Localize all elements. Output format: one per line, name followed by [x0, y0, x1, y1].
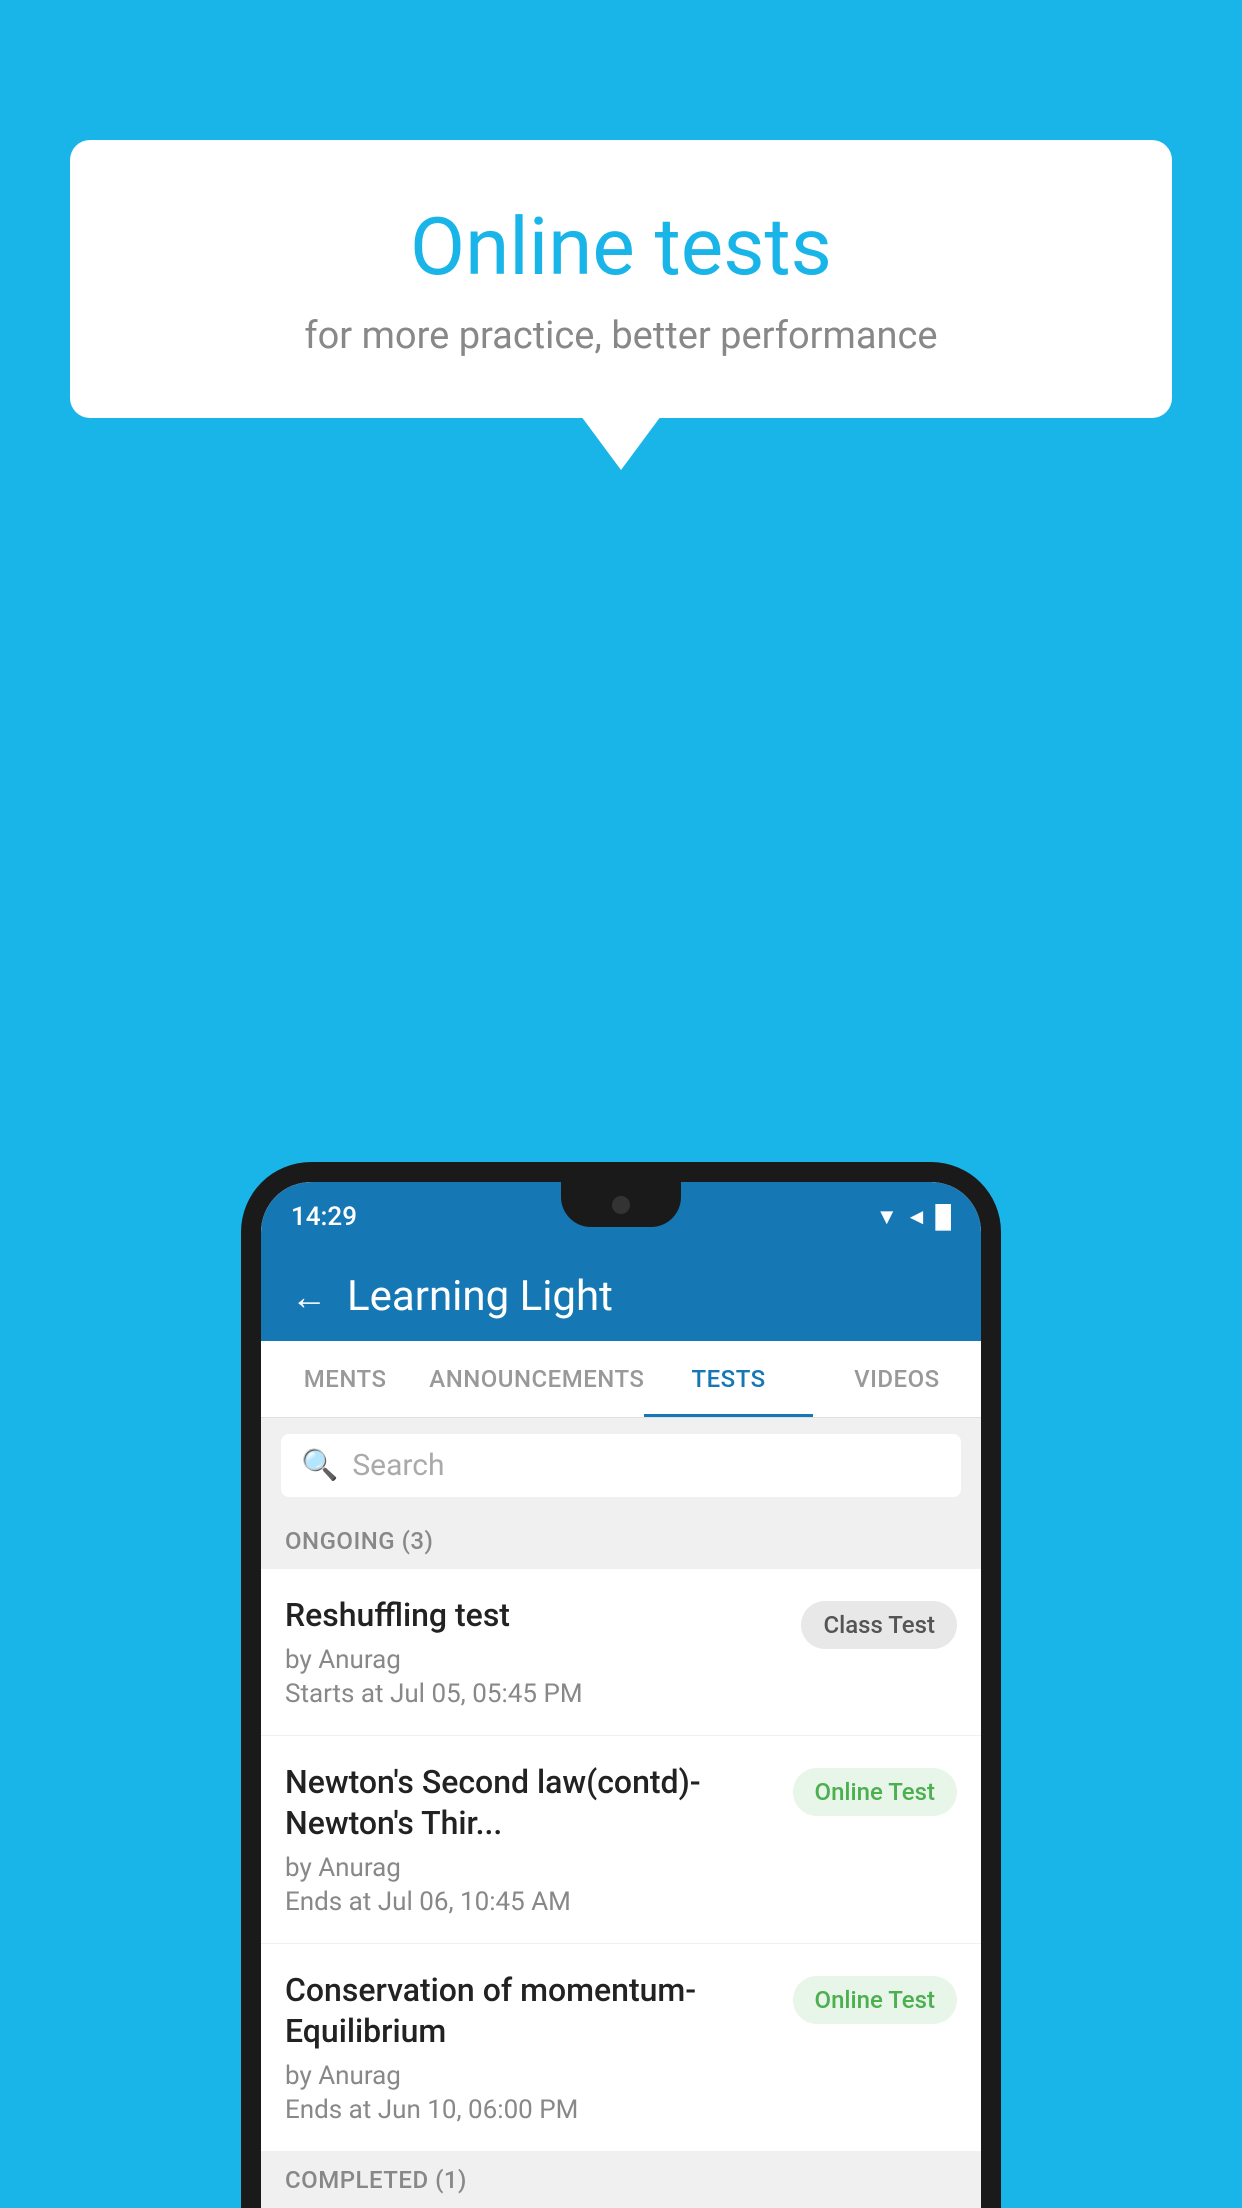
- test-name-3: Conservation of momentum-Equilibrium: [285, 1970, 773, 2053]
- status-time: 14:29: [291, 1202, 357, 1232]
- camera: [612, 1196, 630, 1214]
- tab-ments[interactable]: MENTS: [261, 1341, 429, 1417]
- test-info-2: Newton's Second law(contd)-Newton's Thir…: [285, 1762, 773, 1917]
- phone-screen: 14:29 ▼ ◄ █ ← Learning Light MENTS: [261, 1182, 981, 2208]
- signal-icon: ◄: [906, 1204, 928, 1230]
- phone-body: 14:29 ▼ ◄ █ ← Learning Light MENTS: [241, 1162, 1001, 2208]
- battery-icon: █: [935, 1204, 951, 1230]
- speech-bubble: Online tests for more practice, better p…: [70, 140, 1172, 418]
- test-item-1[interactable]: Reshuffling test by Anurag Starts at Jul…: [261, 1569, 981, 1736]
- search-placeholder: Search: [352, 1448, 444, 1483]
- speech-bubble-container: Online tests for more practice, better p…: [70, 140, 1172, 418]
- app-title: Learning Light: [347, 1272, 613, 1321]
- test-by-3: by Anurag: [285, 2061, 773, 2091]
- section-ongoing-header: ONGOING (3): [261, 1513, 981, 1569]
- test-badge-2: Online Test: [793, 1768, 957, 1816]
- test-by-1: by Anurag: [285, 1645, 781, 1675]
- test-item-2[interactable]: Newton's Second law(contd)-Newton's Thir…: [261, 1736, 981, 1944]
- phone-frame: 14:29 ▼ ◄ █ ← Learning Light MENTS: [241, 1162, 1001, 2208]
- bubble-subtitle: for more practice, better performance: [150, 314, 1092, 358]
- test-badge-3: Online Test: [793, 1976, 957, 2024]
- test-name-1: Reshuffling test: [285, 1595, 781, 1637]
- bubble-title: Online tests: [150, 200, 1092, 294]
- status-bar: 14:29 ▼ ◄ █: [261, 1182, 981, 1252]
- test-name-2: Newton's Second law(contd)-Newton's Thir…: [285, 1762, 773, 1845]
- tab-announcements[interactable]: ANNOUNCEMENTS: [429, 1341, 644, 1417]
- search-bar-container: 🔍 Search: [261, 1418, 981, 1513]
- back-button[interactable]: ←: [291, 1279, 327, 1315]
- status-icons: ▼ ◄ █: [876, 1204, 951, 1230]
- test-badge-1: Class Test: [801, 1601, 957, 1649]
- wifi-icon: ▼: [876, 1204, 898, 1230]
- test-date-1: Starts at Jul 05, 05:45 PM: [285, 1679, 781, 1709]
- test-list: Reshuffling test by Anurag Starts at Jul…: [261, 1569, 981, 2152]
- section-completed-header: COMPLETED (1): [261, 2152, 981, 2208]
- test-date-3: Ends at Jun 10, 06:00 PM: [285, 2095, 773, 2125]
- test-info-1: Reshuffling test by Anurag Starts at Jul…: [285, 1595, 781, 1709]
- app-header: ← Learning Light: [261, 1252, 981, 1341]
- notch: [561, 1182, 681, 1227]
- tab-bar: MENTS ANNOUNCEMENTS TESTS VIDEOS: [261, 1341, 981, 1418]
- tab-tests[interactable]: TESTS: [644, 1341, 812, 1417]
- tab-videos[interactable]: VIDEOS: [813, 1341, 981, 1417]
- test-by-2: by Anurag: [285, 1853, 773, 1883]
- search-bar[interactable]: 🔍 Search: [281, 1434, 961, 1497]
- search-icon: 🔍: [301, 1448, 338, 1483]
- test-date-2: Ends at Jul 06, 10:45 AM: [285, 1887, 773, 1917]
- test-info-3: Conservation of momentum-Equilibrium by …: [285, 1970, 773, 2125]
- test-item-3[interactable]: Conservation of momentum-Equilibrium by …: [261, 1944, 981, 2152]
